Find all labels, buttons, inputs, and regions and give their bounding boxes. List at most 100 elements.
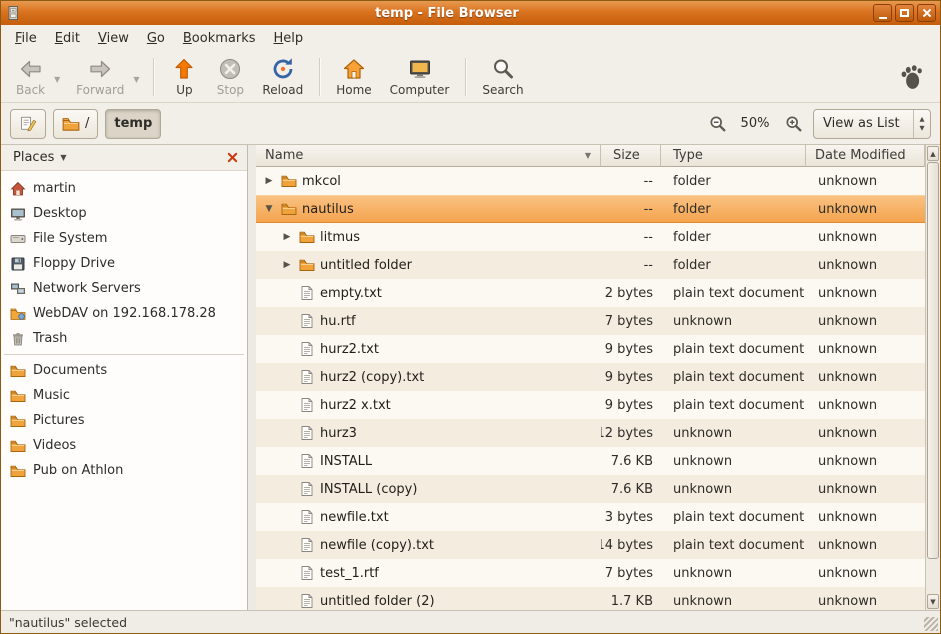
file-row[interactable]: newfile (copy).txt 14 bytes plain text d… [256, 531, 925, 559]
sidebar-splitter[interactable] [248, 145, 256, 610]
file-row[interactable]: INSTALL (copy) 7.6 KB unknown unknown [256, 475, 925, 503]
stop-button[interactable]: Stop [207, 54, 253, 100]
vertical-scrollbar[interactable]: ▲ ▼ [925, 145, 940, 610]
menu-go[interactable]: Go [138, 27, 174, 50]
cell-date-modified: unknown [806, 167, 925, 195]
cell-type: plain text document [661, 531, 806, 559]
sidebar-close-button[interactable] [223, 149, 241, 167]
computer-button[interactable]: Computer [381, 54, 459, 100]
file-row[interactable]: ▶untitled folder -- folder unknown [256, 251, 925, 279]
expand-row-icon[interactable]: ▶ [280, 260, 294, 270]
path-current-button[interactable]: temp [105, 109, 161, 139]
sidebar-item-music[interactable]: Music [1, 383, 247, 408]
location-bar: / temp 50% View as List ▲▼ [1, 103, 940, 145]
sidebar-item-network-servers[interactable]: Network Servers [1, 276, 247, 301]
network-icon [10, 281, 26, 297]
up-button[interactable]: Up [161, 54, 207, 100]
column-header-size[interactable]: Size [601, 145, 661, 167]
minimize-button[interactable] [873, 4, 892, 22]
view-mode-label: View as List [814, 110, 913, 138]
file-row[interactable]: newfile.txt 3 bytes plain text document … [256, 503, 925, 531]
sidebar-item-file-system[interactable]: File System [1, 226, 247, 251]
cell-type: unknown [661, 307, 806, 335]
sidebar-item-webdav-on-192-168-178-28[interactable]: WebDAV on 192.168.178.28 [1, 301, 247, 326]
title-bar[interactable]: temp - File Browser [1, 1, 940, 25]
file-row[interactable]: hurz2.txt 9 bytes plain text document un… [256, 335, 925, 363]
cell-type: folder [661, 195, 806, 223]
folder-icon [10, 413, 26, 429]
reload-button[interactable]: Reload [253, 54, 312, 100]
folder-icon [299, 229, 315, 245]
file-row[interactable]: ▼nautilus -- folder unknown [256, 195, 925, 223]
sidebar-item-documents[interactable]: Documents [1, 358, 247, 383]
menu-help[interactable]: Help [265, 27, 313, 50]
forward-dropdown-button[interactable]: ▼ [133, 69, 146, 84]
menu-bookmarks[interactable]: Bookmarks [174, 27, 265, 50]
minimize-icon [879, 17, 887, 19]
floppy-icon [10, 256, 26, 272]
zoom-in-button[interactable] [780, 111, 806, 137]
menu-view[interactable]: View [89, 27, 138, 50]
text-file-icon [299, 285, 315, 301]
text-file-icon [299, 369, 315, 385]
scrollbar-track[interactable] [927, 162, 939, 593]
folder-icon [281, 201, 297, 217]
path-root-button[interactable]: / [53, 109, 98, 139]
file-row[interactable]: hurz2 x.txt 9 bytes plain text document … [256, 391, 925, 419]
text-file-icon [299, 341, 315, 357]
file-row[interactable]: INSTALL 7.6 KB unknown unknown [256, 447, 925, 475]
menu-edit[interactable]: Edit [46, 27, 89, 50]
location-edit-toggle[interactable] [10, 109, 46, 139]
close-button[interactable] [917, 4, 936, 22]
file-row[interactable]: empty.txt 2 bytes plain text document un… [256, 279, 925, 307]
sidebar-item-floppy-drive[interactable]: Floppy Drive [1, 251, 247, 276]
scrollbar-thumb[interactable] [927, 162, 939, 559]
status-text: "nautilus" selected [9, 615, 127, 630]
sidebar-item-martin[interactable]: martin [1, 176, 247, 201]
cell-date-modified: unknown [806, 559, 925, 587]
drive-icon [10, 231, 26, 247]
sidebar-item-trash[interactable]: Trash [1, 326, 247, 351]
sidebar-item-videos[interactable]: Videos [1, 433, 247, 458]
file-row[interactable]: hu.rtf 7 bytes unknown unknown [256, 307, 925, 335]
file-row[interactable]: hurz2 (copy).txt 9 bytes plain text docu… [256, 363, 925, 391]
collapse-row-icon[interactable]: ▼ [262, 204, 276, 214]
text-file-icon [299, 537, 315, 553]
places-selector[interactable]: Places ▼ [7, 148, 73, 167]
column-header-name[interactable]: Name▼ [256, 145, 601, 167]
file-row[interactable]: ▶mkcol -- folder unknown [256, 167, 925, 195]
cell-date-modified: unknown [806, 335, 925, 363]
window-title: temp - File Browser [25, 6, 869, 21]
cell-size: -- [601, 195, 661, 223]
sidebar-item-pub-on-athlon[interactable]: Pub on Athlon [1, 458, 247, 483]
cell-date-modified: unknown [806, 475, 925, 503]
column-header-type[interactable]: Type [661, 145, 806, 167]
search-button[interactable]: Search [473, 54, 532, 100]
back-button[interactable]: Back [7, 54, 54, 100]
text-file-icon [299, 313, 315, 329]
sidebar-item-desktop[interactable]: Desktop [1, 201, 247, 226]
expand-row-icon[interactable]: ▶ [280, 232, 294, 242]
column-header-date-modified[interactable]: Date Modified [806, 145, 925, 167]
spinner-arrows-icon[interactable]: ▲▼ [913, 110, 930, 138]
text-file-icon [299, 453, 315, 469]
forward-button[interactable]: Forward [67, 54, 133, 100]
maximize-button[interactable] [895, 4, 914, 22]
zoom-out-button[interactable] [704, 111, 730, 137]
resize-grip[interactable] [924, 617, 938, 631]
scroll-down-button[interactable]: ▼ [927, 594, 939, 609]
home-button[interactable]: Home [327, 54, 380, 100]
file-row[interactable]: untitled folder (2) 1.7 KB unknown unkno… [256, 587, 925, 610]
scroll-up-button[interactable]: ▲ [927, 146, 939, 161]
expand-row-icon[interactable]: ▶ [262, 176, 276, 186]
menu-file[interactable]: File [6, 27, 46, 50]
view-mode-select[interactable]: View as List ▲▼ [813, 109, 931, 139]
folder-icon [10, 438, 26, 454]
file-row[interactable]: test_1.rtf 7 bytes unknown unknown [256, 559, 925, 587]
back-dropdown-button[interactable]: ▼ [54, 69, 67, 84]
file-row[interactable]: hurz3 12 bytes unknown unknown [256, 419, 925, 447]
file-row[interactable]: ▶litmus -- folder unknown [256, 223, 925, 251]
sidebar-item-pictures[interactable]: Pictures [1, 408, 247, 433]
cell-size: 9 bytes [601, 335, 661, 363]
status-bar: "nautilus" selected [1, 610, 940, 633]
